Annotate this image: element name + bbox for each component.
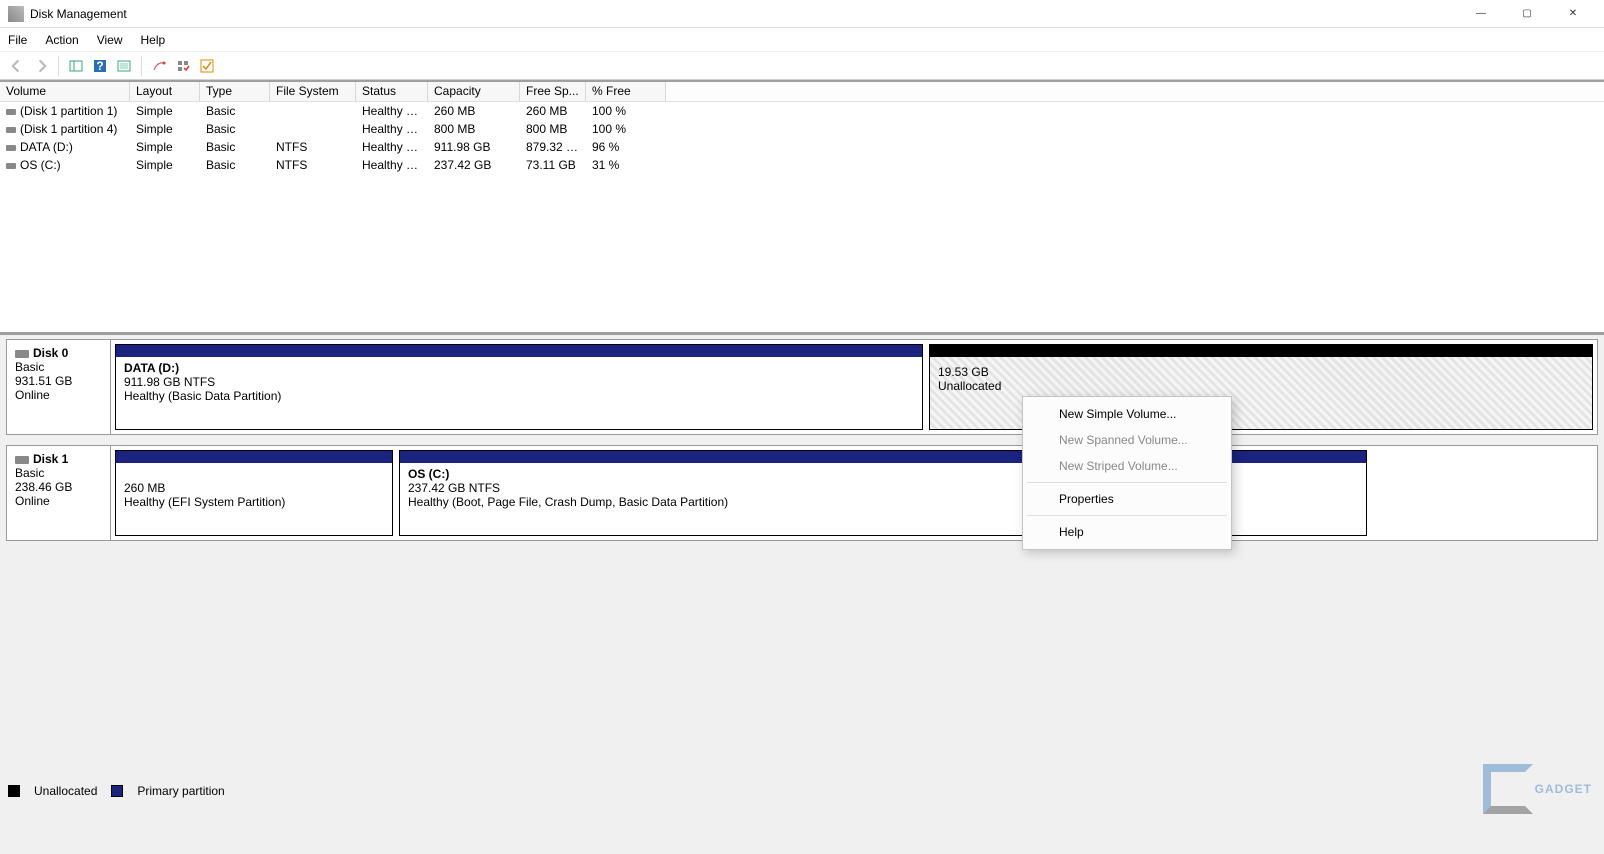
partition-data-d[interactable]: DATA (D:) 911.98 GB NTFS Healthy (Basic … [115, 344, 923, 430]
ctx-separator [1027, 515, 1227, 516]
svg-text:?: ? [96, 59, 103, 73]
disk-icon [6, 127, 16, 133]
back-button[interactable] [6, 55, 28, 77]
volume-row[interactable]: (Disk 1 partition 4) Simple Basic Health… [0, 120, 1604, 138]
legend-unallocated-swatch [8, 785, 20, 797]
col-status[interactable]: Status [356, 82, 428, 101]
ctx-properties[interactable]: Properties [1023, 486, 1231, 512]
ctx-new-spanned-volume: New Spanned Volume... [1023, 427, 1231, 453]
toolbar-list-icon[interactable] [172, 55, 194, 77]
ctx-separator [1027, 482, 1227, 483]
disk-0-row: Disk 0 Basic 931.51 GB Online DATA (D:) … [6, 339, 1598, 435]
partition-stripe-primary [116, 451, 392, 463]
app-icon [8, 6, 24, 22]
menubar: File Action View Help [0, 28, 1604, 52]
legend: Unallocated Primary partition [8, 784, 225, 798]
ctx-new-striped-volume: New Striped Volume... [1023, 453, 1231, 479]
menu-file[interactable]: File [8, 33, 27, 47]
legend-unallocated-label: Unallocated [34, 784, 97, 798]
disk-1-info[interactable]: Disk 1 Basic 238.46 GB Online [7, 446, 111, 540]
volume-row[interactable]: (Disk 1 partition 1) Simple Basic Health… [0, 102, 1604, 120]
col-filesystem[interactable]: File System [270, 82, 356, 101]
toolbar: ? [0, 52, 1604, 80]
window-title: Disk Management [30, 7, 1458, 21]
disk-icon [6, 145, 16, 151]
col-type[interactable]: Type [200, 82, 270, 101]
disk-1-row: Disk 1 Basic 238.46 GB Online 260 MB Hea… [6, 445, 1598, 541]
legend-primary-swatch [111, 785, 123, 797]
col-free[interactable]: Free Sp... [520, 82, 586, 101]
disk-icon [15, 456, 29, 464]
volume-list-pane: Volume Layout Type File System Status Ca… [0, 80, 1604, 332]
partition-stripe-unallocated [930, 345, 1592, 357]
close-button[interactable]: ✕ [1550, 2, 1596, 26]
disk-0-info[interactable]: Disk 0 Basic 931.51 GB Online [7, 340, 111, 434]
disk-icon [15, 350, 29, 358]
toolbar-refresh-icon[interactable] [113, 55, 135, 77]
disk-icon [6, 163, 16, 169]
col-capacity[interactable]: Capacity [428, 82, 520, 101]
menu-view[interactable]: View [97, 33, 123, 47]
legend-primary-label: Primary partition [137, 784, 224, 798]
ctx-new-simple-volume[interactable]: New Simple Volume... [1023, 401, 1231, 427]
col-layout[interactable]: Layout [130, 82, 200, 101]
forward-button[interactable] [30, 55, 52, 77]
context-menu: New Simple Volume... New Spanned Volume.… [1022, 396, 1232, 550]
col-volume[interactable]: Volume [0, 82, 130, 101]
volume-row[interactable]: OS (C:) Simple Basic NTFS Healthy (B... … [0, 156, 1604, 174]
volume-row[interactable]: DATA (D:) Simple Basic NTFS Healthy (B..… [0, 138, 1604, 156]
titlebar: Disk Management — ▢ ✕ [0, 0, 1604, 28]
maximize-button[interactable]: ▢ [1504, 2, 1550, 26]
disk-icon [6, 109, 16, 115]
menu-help[interactable]: Help [141, 33, 166, 47]
volume-list-header: Volume Layout Type File System Status Ca… [0, 82, 1604, 102]
toolbar-check-icon[interactable] [196, 55, 218, 77]
col-percent-free[interactable]: % Free [586, 82, 666, 101]
partition-stripe-primary [116, 345, 922, 357]
toolbar-help-icon[interactable]: ? [89, 55, 111, 77]
menu-action[interactable]: Action [45, 33, 78, 47]
toolbar-show-hide-console-tree[interactable] [65, 55, 87, 77]
watermark-logo: GADGET [1483, 764, 1592, 814]
minimize-button[interactable]: — [1458, 2, 1504, 26]
partition-efi[interactable]: 260 MB Healthy (EFI System Partition) [115, 450, 393, 536]
ctx-help[interactable]: Help [1023, 519, 1231, 545]
disk-graphic-pane: Disk 0 Basic 931.51 GB Online DATA (D:) … [0, 332, 1604, 854]
toolbar-settings-icon[interactable] [148, 55, 170, 77]
